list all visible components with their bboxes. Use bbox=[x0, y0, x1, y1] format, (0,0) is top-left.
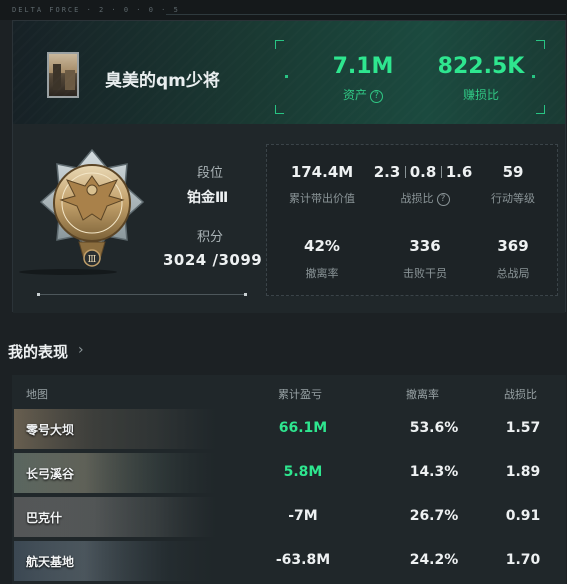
action-level-label: 行动等级 bbox=[491, 192, 535, 205]
kills-value: 336 bbox=[409, 237, 441, 255]
table-row[interactable]: 航天基地 -63.8M 24.2% 1.70 bbox=[14, 541, 564, 581]
rank-tier: 铂金Ⅲ bbox=[187, 190, 229, 206]
profit-cell: 66.1M bbox=[278, 420, 328, 436]
rank-progress-track bbox=[37, 293, 247, 296]
evac-cell: 26.7% bbox=[409, 508, 459, 524]
asset-stats-frame: 7.1M 资产? 822.5K 赚损比 bbox=[275, 40, 545, 114]
kd-cell: 1.89 bbox=[505, 464, 541, 480]
performance-table: 地图 累计盈亏 撤离率 战损比 零号大坝 66.1M 53.6% 1.57 长弓… bbox=[12, 375, 566, 584]
profit-ratio-label: 赚损比 bbox=[462, 88, 499, 102]
profile-card: 臭美的qm少将 7.1M 资产? 822.5K 赚损比 Ⅲ 段位 铂金Ⅲ 积分 … bbox=[12, 20, 566, 313]
kd-label: 战损比? bbox=[377, 190, 473, 206]
carried-label: 累计带出价值 bbox=[289, 192, 355, 205]
map-name: 巴克什 bbox=[26, 511, 63, 525]
total-matches-label: 总战局 bbox=[496, 267, 530, 280]
username: 臭美的qm少将 bbox=[105, 71, 220, 91]
rank-area: Ⅲ 段位 铂金Ⅲ 积分 3024 /3099 174.4M 累计带出价值 2.3… bbox=[13, 124, 565, 313]
evac-cell: 24.2% bbox=[409, 552, 459, 568]
section-title[interactable]: 我的表现 bbox=[8, 341, 68, 362]
rank-emblem-icon: Ⅲ bbox=[39, 148, 145, 267]
header-evac: 撤离率 bbox=[406, 388, 439, 401]
assets-value: 7.1M bbox=[332, 54, 394, 79]
kd-cell: 1.57 bbox=[505, 420, 541, 436]
brand-divider bbox=[166, 14, 566, 15]
profile-banner: 臭美的qm少将 7.1M 资产? 822.5K 赚损比 bbox=[13, 21, 565, 124]
header-map: 地图 bbox=[26, 388, 48, 401]
brand-watermark: DELTA FORCE · 2 · 0 · 0 · 5 bbox=[12, 6, 180, 14]
table-header: 地图 累计盈亏 撤离率 战损比 bbox=[12, 375, 566, 408]
header-kd: 战损比 bbox=[504, 388, 537, 401]
table-row[interactable]: 零号大坝 66.1M 53.6% 1.57 bbox=[14, 409, 564, 449]
assets-label: 资产? bbox=[313, 86, 413, 103]
header-profit: 累计盈亏 bbox=[278, 388, 322, 401]
kd-value-3: 1.6 bbox=[445, 163, 473, 181]
carried-value: 174.4M bbox=[290, 163, 354, 181]
kd-cell: 1.70 bbox=[505, 552, 541, 568]
map-name: 零号大坝 bbox=[26, 423, 75, 437]
kd-value-2: 0.8 bbox=[409, 163, 437, 181]
evac-rate-value: 42% bbox=[304, 237, 340, 255]
action-level-value: 59 bbox=[502, 163, 524, 181]
profit-ratio-value: 822.5K bbox=[437, 54, 525, 79]
kd-cell: 0.91 bbox=[505, 508, 541, 524]
help-icon[interactable]: ? bbox=[370, 90, 383, 103]
avatar[interactable] bbox=[47, 52, 79, 98]
map-name: 长弓溪谷 bbox=[26, 467, 75, 481]
profit-cell: -7M bbox=[288, 508, 318, 524]
kd-value-1: 2.3 bbox=[373, 163, 401, 181]
total-matches-value: 369 bbox=[497, 237, 529, 255]
help-icon[interactable]: ? bbox=[436, 193, 450, 206]
chevron-right-icon[interactable]: › bbox=[78, 342, 84, 358]
table-row[interactable]: 长弓溪谷 5.8M 14.3% 1.89 bbox=[14, 453, 564, 493]
profit-cell: 5.8M bbox=[283, 464, 323, 480]
top-strip: DELTA FORCE · 2 · 0 · 0 · 5 bbox=[0, 0, 567, 20]
stats-grid: 174.4M 累计带出价值 2.3 0.8 1.6 战损比? 59 行动等级 4… bbox=[266, 144, 558, 296]
table-row[interactable]: 巴克什 -7M 26.7% 0.91 bbox=[14, 497, 564, 537]
profit-cell: -63.8M bbox=[275, 552, 331, 568]
kills-label: 击败干员 bbox=[403, 267, 447, 280]
evac-rate-label: 撤离率 bbox=[305, 267, 339, 280]
tier-label: 段位 bbox=[197, 166, 224, 181]
emblem-numeral: Ⅲ bbox=[88, 255, 97, 265]
evac-cell: 14.3% bbox=[409, 464, 459, 480]
evac-cell: 53.6% bbox=[409, 420, 459, 436]
points-value: 3024 /3099 bbox=[163, 251, 263, 269]
map-name: 航天基地 bbox=[26, 555, 75, 569]
points-label: 积分 bbox=[197, 230, 224, 245]
